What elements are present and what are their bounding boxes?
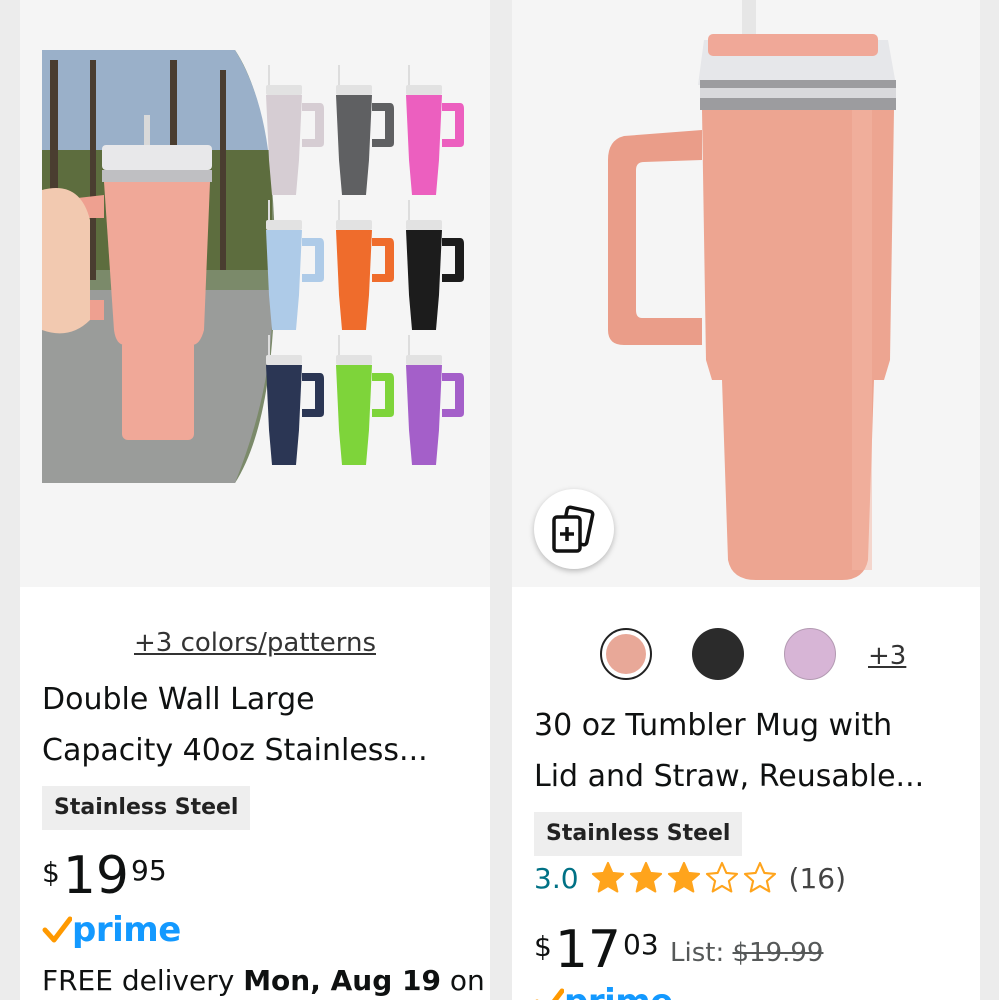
- review-count: (16): [788, 861, 847, 895]
- star-empty-icon: [705, 861, 738, 893]
- price-whole: 17: [554, 920, 621, 980]
- color-swatch-lavender[interactable]: [784, 628, 836, 680]
- star-empty-icon: [743, 861, 776, 893]
- product-card-1[interactable]: +3 colors/patterns Double Wall Large Cap…: [20, 0, 490, 1000]
- price-currency: $: [534, 930, 552, 963]
- star-filled-icon: [667, 861, 700, 893]
- material-badge-2: Stainless Steel: [534, 812, 743, 856]
- prime-badge-2: prime: [534, 982, 673, 1000]
- tumbler-variant: [266, 200, 324, 330]
- rating-value: 3.0: [534, 861, 579, 895]
- product-title-1[interactable]: Double Wall Large Capacity 40oz Stainles…: [42, 674, 472, 776]
- more-colors-link[interactable]: +3: [868, 641, 906, 671]
- tumbler-variant: [336, 200, 394, 330]
- prime-check-icon: [535, 988, 564, 1000]
- tumbler-variant: [336, 65, 394, 195]
- price-whole: 19: [62, 846, 129, 906]
- compare-cards-icon: [552, 505, 595, 553]
- tumbler-variant: [406, 200, 464, 330]
- color-swatch-selected[interactable]: [600, 628, 652, 680]
- tumbler-variant: [266, 65, 324, 195]
- product-card-2[interactable]: +3 30 oz Tumbler Mug with Lid and Straw,…: [512, 0, 980, 1000]
- star-filled-icon: [629, 861, 662, 893]
- delivery-info-1: FREE delivery Mon, Aug 19 on: [42, 964, 485, 997]
- tumbler-color-grid: [266, 65, 464, 465]
- swatch-fill: [606, 634, 646, 674]
- rating-row[interactable]: 3.0 (16): [534, 860, 846, 896]
- tumbler-variant: [406, 335, 464, 465]
- list-price-value: $19.99: [732, 938, 824, 968]
- price-1: $ 19 95: [42, 848, 167, 904]
- tumbler-variant: [336, 335, 394, 465]
- material-badge-1: Stainless Steel: [42, 786, 251, 830]
- delivery-prefix: FREE delivery: [42, 964, 244, 997]
- color-swatch-black[interactable]: [692, 628, 744, 680]
- list-price-label: List:: [670, 938, 733, 968]
- tumbler-variant: [406, 65, 464, 195]
- price-fraction: 03: [623, 928, 659, 961]
- rating-stars: [589, 860, 779, 896]
- compare-button[interactable]: [534, 489, 614, 569]
- list-price: List: $19.99: [670, 938, 823, 968]
- prime-label: prime: [72, 910, 181, 950]
- product-title-1-line2: Capacity 40oz Stainless...: [42, 733, 428, 768]
- price-currency: $: [42, 856, 60, 889]
- product-title-1-line1: Double Wall Large: [42, 682, 315, 717]
- product-title-2[interactable]: 30 oz Tumbler Mug with Lid and Straw, Re…: [534, 700, 962, 802]
- prime-label: prime: [564, 982, 673, 1000]
- delivery-suffix: on: [440, 964, 485, 997]
- product-title-2-line2: Lid and Straw, Reusable...: [534, 759, 925, 794]
- tumbler-variant: [266, 335, 324, 465]
- product-image-2[interactable]: [512, 0, 980, 587]
- product-image-1[interactable]: [20, 0, 490, 587]
- prime-check-icon: [42, 916, 72, 943]
- price-fraction: 95: [131, 854, 167, 887]
- price-2: $ 17 03: [534, 922, 659, 978]
- star-filled-icon: [591, 861, 624, 893]
- delivery-date: Mon, Aug 19: [243, 964, 441, 997]
- prime-badge-1: prime: [42, 910, 181, 950]
- colors-patterns-link[interactable]: +3 colors/patterns: [20, 628, 490, 658]
- product-title-2-line1: 30 oz Tumbler Mug with: [534, 708, 893, 743]
